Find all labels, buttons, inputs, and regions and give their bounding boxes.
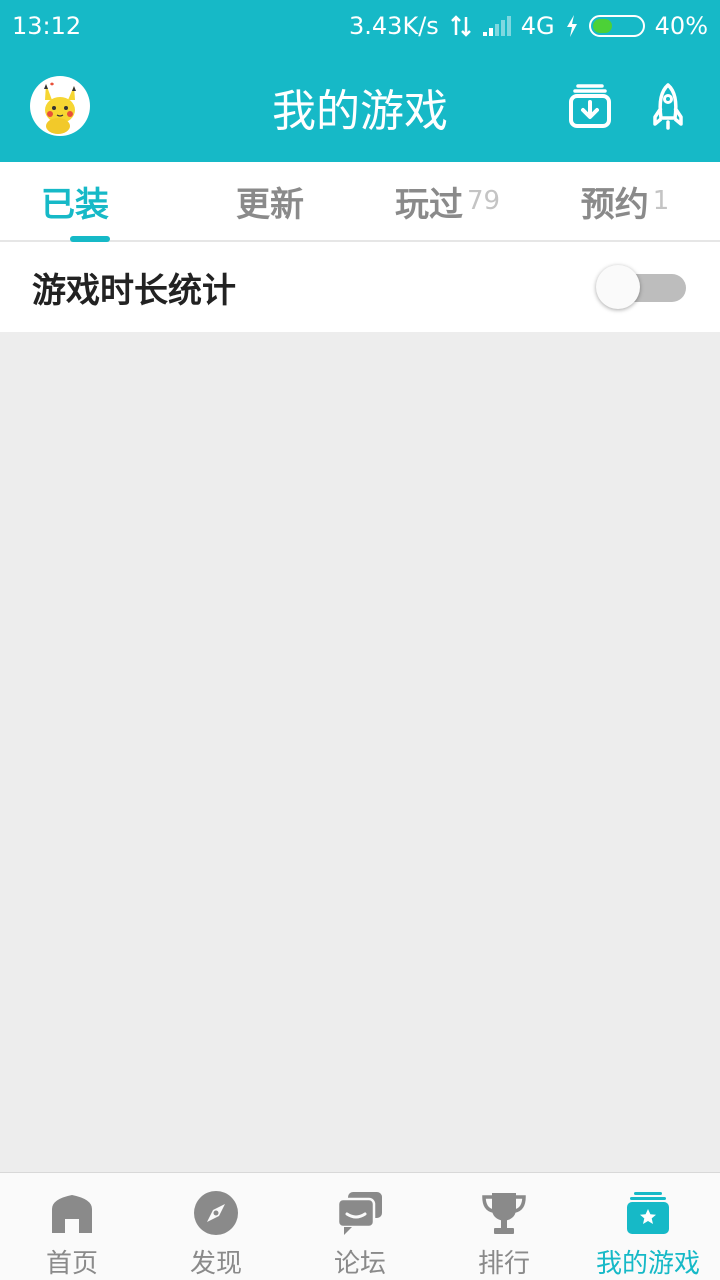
tab-label: 预约 xyxy=(580,184,649,225)
signal-strength-icon xyxy=(482,16,511,36)
status-time: 13:12 xyxy=(12,12,82,40)
download-manager-button[interactable] xyxy=(566,82,614,130)
charging-icon xyxy=(566,15,577,37)
tab-count: 79 xyxy=(466,186,501,216)
speed-up-button[interactable] xyxy=(646,82,690,130)
tab-updates[interactable]: 更新 xyxy=(195,162,345,240)
game-tabs: 已装 更新 玩过 79 预约 1 xyxy=(0,162,720,242)
bottom-nav: 首页 发现 论坛 排行 我的游戏 xyxy=(0,1172,720,1280)
nav-ranking[interactable]: 排行 xyxy=(432,1173,576,1280)
tab-played[interactable]: 玩过 79 xyxy=(370,162,525,240)
nav-label: 首页 xyxy=(45,1249,98,1279)
toggle-knob xyxy=(596,265,640,309)
app-bar: 我的游戏 xyxy=(0,52,720,162)
tab-label: 玩过 xyxy=(394,184,463,225)
tab-reserved[interactable]: 预约 1 xyxy=(555,162,695,240)
home-icon xyxy=(52,1195,92,1233)
tab-installed[interactable]: 已装 xyxy=(0,162,150,240)
playtime-stats-label: 游戏时长统计 xyxy=(32,270,236,311)
tab-count: 1 xyxy=(652,186,670,216)
nav-discover[interactable]: 发现 xyxy=(144,1173,288,1280)
status-bar: 13:12 3.43K/s 4G 40% xyxy=(0,0,720,52)
network-type: 4G xyxy=(520,12,555,40)
network-speed: 3.43K/s xyxy=(349,12,439,40)
my-games-icon xyxy=(627,1192,669,1234)
nav-home[interactable]: 首页 xyxy=(0,1173,144,1280)
battery-icon xyxy=(588,15,645,37)
trophy-icon xyxy=(482,1193,526,1234)
status-indicators: 3.43K/s 4G 40% xyxy=(349,12,708,40)
playtime-stats-row: 游戏时长统计 xyxy=(0,242,720,332)
data-transfer-icon xyxy=(450,15,471,37)
rocket-icon xyxy=(653,83,683,130)
nav-label: 论坛 xyxy=(333,1249,386,1279)
battery-level xyxy=(592,19,612,33)
battery-percent: 40% xyxy=(654,12,708,40)
compass-icon xyxy=(194,1191,238,1235)
download-tray-icon xyxy=(569,84,611,128)
tab-label: 更新 xyxy=(236,184,304,225)
nav-forum[interactable]: 论坛 xyxy=(288,1173,432,1280)
playtime-stats-toggle[interactable] xyxy=(596,265,688,309)
pikachu-avatar-icon xyxy=(44,82,76,134)
nav-my-games[interactable]: 我的游戏 xyxy=(576,1173,720,1280)
installed-games-list xyxy=(0,332,720,1172)
tab-label: 已装 xyxy=(41,184,109,225)
avatar[interactable] xyxy=(30,76,90,136)
forum-icon xyxy=(336,1192,382,1235)
nav-label: 排行 xyxy=(477,1249,530,1279)
nav-label: 我的游戏 xyxy=(595,1249,700,1279)
nav-label: 发现 xyxy=(189,1249,242,1279)
